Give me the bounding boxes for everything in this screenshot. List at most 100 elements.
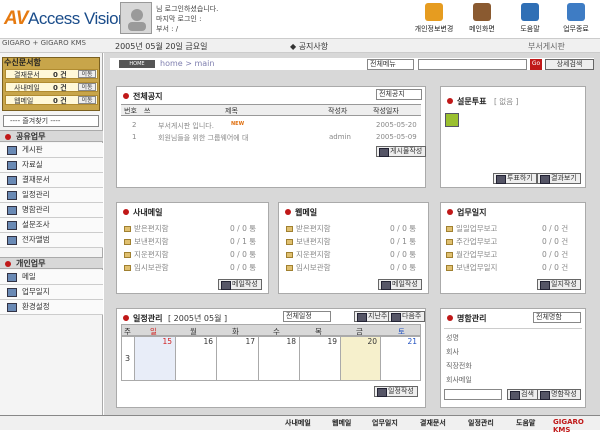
journal-count: 0 / 0 건 <box>542 250 569 259</box>
help-button[interactable]: 도움말 <box>510 3 550 34</box>
menu-schedule[interactable]: 일정관리 <box>0 188 103 203</box>
card-title: 명함관리 <box>444 313 486 324</box>
notice-link[interactable]: ◆ 공지사항 <box>290 41 328 52</box>
favorites-select[interactable]: ---- 즐겨찾기 ---- <box>3 115 99 127</box>
user-avatar <box>120 2 152 34</box>
results-button[interactable]: 결과보기 <box>537 173 581 184</box>
calendar-icon <box>7 191 17 200</box>
mail-row[interactable]: 지운편지함 <box>124 249 169 260</box>
move-button[interactable]: 이동 <box>78 96 96 104</box>
menu-board[interactable]: 게시판 <box>0 143 103 158</box>
report-icon <box>446 239 453 245</box>
bottom-approval-link[interactable]: 결재문서 <box>420 418 446 428</box>
menu-settings[interactable]: 환경설정 <box>0 300 103 315</box>
vote-button[interactable]: 투표하기 <box>493 173 537 184</box>
mail-row[interactable]: 보낸편지함 <box>124 236 169 247</box>
card-search-input[interactable] <box>444 389 502 400</box>
cal-day-sat[interactable]: 21 <box>381 337 421 381</box>
register-card-button[interactable]: 명함작성 <box>537 389 581 400</box>
report-icon <box>446 226 453 232</box>
prev-week-button[interactable]: 지난주 <box>354 311 392 322</box>
mail-row[interactable]: 임시보관함 <box>124 262 169 273</box>
write-post-button[interactable]: 게시물작성 <box>376 146 427 157</box>
main-screen-button[interactable]: 메인화면 <box>462 3 502 34</box>
webmail-row[interactable]: 임시보관함 <box>286 262 331 273</box>
bottom-mail-link[interactable]: 사내메일 <box>285 418 311 428</box>
dept-board-link[interactable]: 부서게시판 <box>528 41 565 52</box>
mail-count: 0 / 0 통 <box>230 250 257 259</box>
survey-title: 설문투표 <box>444 96 486 107</box>
calendar-period: [ 2005년 05월 ] <box>168 314 228 323</box>
card-search-button[interactable]: 검색 <box>507 389 538 400</box>
bottom-brand: GIGARO KMS <box>553 418 584 434</box>
menu-mail[interactable]: 메일 <box>0 270 103 285</box>
cal-day-wed[interactable]: 18 <box>259 337 300 381</box>
compose-mail-button[interactable]: 메일작성 <box>218 279 262 290</box>
search-input[interactable] <box>418 59 527 70</box>
mail-icon <box>7 273 17 282</box>
journal-row[interactable]: 월간업무보고 <box>446 249 497 260</box>
menu-survey[interactable]: 설문조사 <box>0 218 103 233</box>
bottom-schedule-link[interactable]: 일정관리 <box>468 418 494 428</box>
menu-album[interactable]: 전자앨범 <box>0 233 103 248</box>
cal-day-fri[interactable]: 20 <box>341 337 381 381</box>
menu-cards[interactable]: 명함관리 <box>0 203 103 218</box>
cal-day-sun[interactable]: 15 <box>134 337 176 381</box>
bottom-journal-link[interactable]: 업무일지 <box>372 418 398 428</box>
row-date: 2005-05-09 <box>376 133 417 141</box>
profile-edit-button[interactable]: 개인정보변경 <box>414 3 454 34</box>
move-button[interactable]: 이동 <box>78 70 96 78</box>
menu-archive[interactable]: 자료실 <box>0 158 103 173</box>
row-title[interactable]: 부서게시판 입니다. <box>158 121 214 131</box>
inbox-row-webmail: 웹메일 0 건 이동 <box>5 95 98 105</box>
journal-count: 0 / 0 건 <box>542 237 569 246</box>
survey-cube-icon <box>445 113 459 127</box>
compose-webmail-button[interactable]: 메일작성 <box>378 279 422 290</box>
add-schedule-button[interactable]: 일정작성 <box>374 386 418 397</box>
mail-folder-icon <box>286 265 293 271</box>
cal-day-mon[interactable]: 16 <box>176 337 217 381</box>
row-date: 2005-05-20 <box>376 121 417 129</box>
calendar-header-row <box>121 324 421 336</box>
detail-search-button[interactable]: 상세검색 <box>545 59 594 70</box>
last-login: 마지막 로그인 : <box>156 15 202 23</box>
all-menu-select[interactable]: 전체메뉴 <box>367 59 414 70</box>
notice-filter-select[interactable]: 전체공지 <box>376 89 422 100</box>
journal-row[interactable]: 보낸업무일지 <box>446 262 497 273</box>
app-logo[interactable]: AVAccess Vision <box>4 8 128 30</box>
gear-icon <box>7 303 17 312</box>
calendar-title: 일정관리 <box>120 313 162 324</box>
cal-day-tue[interactable]: 17 <box>217 337 259 381</box>
journal-title: 업무일지 <box>444 207 486 218</box>
mail-count: 0 / 0 통 <box>230 263 257 272</box>
bottom-webmail-link[interactable]: 웹메일 <box>332 418 351 428</box>
mail-folder-icon <box>124 239 131 245</box>
document-icon <box>7 176 17 185</box>
go-button[interactable]: Go <box>530 59 542 70</box>
col-attach: 쓰 <box>144 107 151 115</box>
home-icon <box>473 3 491 21</box>
mail-folder-icon <box>286 252 293 258</box>
mail-row[interactable]: 받은편지함 <box>124 223 169 234</box>
card-filter-select[interactable]: 전체명함 <box>533 312 581 323</box>
webmail-count: 0 / 0 통 <box>390 250 417 259</box>
row-title[interactable]: 회원님들을 위한 그룹웨어에 대 <box>158 133 248 143</box>
bottom-help-link[interactable]: 도움말 <box>516 418 535 428</box>
write-journal-button[interactable]: 일지작성 <box>537 279 581 290</box>
journal-row[interactable]: 주간업무보고 <box>446 236 497 247</box>
cal-day-thu[interactable]: 19 <box>300 337 341 381</box>
webmail-row[interactable]: 받은편지함 <box>286 223 331 234</box>
move-button[interactable]: 이동 <box>78 83 96 91</box>
folder-icon <box>7 161 17 170</box>
col-title: 제목 <box>225 107 238 115</box>
journal-row[interactable]: 일일업무보고 <box>446 223 497 234</box>
menu-journal[interactable]: 업무일지 <box>0 285 103 300</box>
calendar-filter-select[interactable]: 전체일정 <box>283 311 331 322</box>
webmail-row[interactable]: 보낸편지함 <box>286 236 331 247</box>
next-week-button[interactable]: 다음주 <box>388 311 426 322</box>
menu-approval[interactable]: 결재문서 <box>0 173 103 188</box>
inbox-row-mail: 사내메일 0 건 이동 <box>5 82 98 92</box>
webmail-row[interactable]: 지운편지함 <box>286 249 331 260</box>
logout-button[interactable]: 업무종료 <box>556 3 596 34</box>
home-badge[interactable]: HOME <box>119 60 155 68</box>
